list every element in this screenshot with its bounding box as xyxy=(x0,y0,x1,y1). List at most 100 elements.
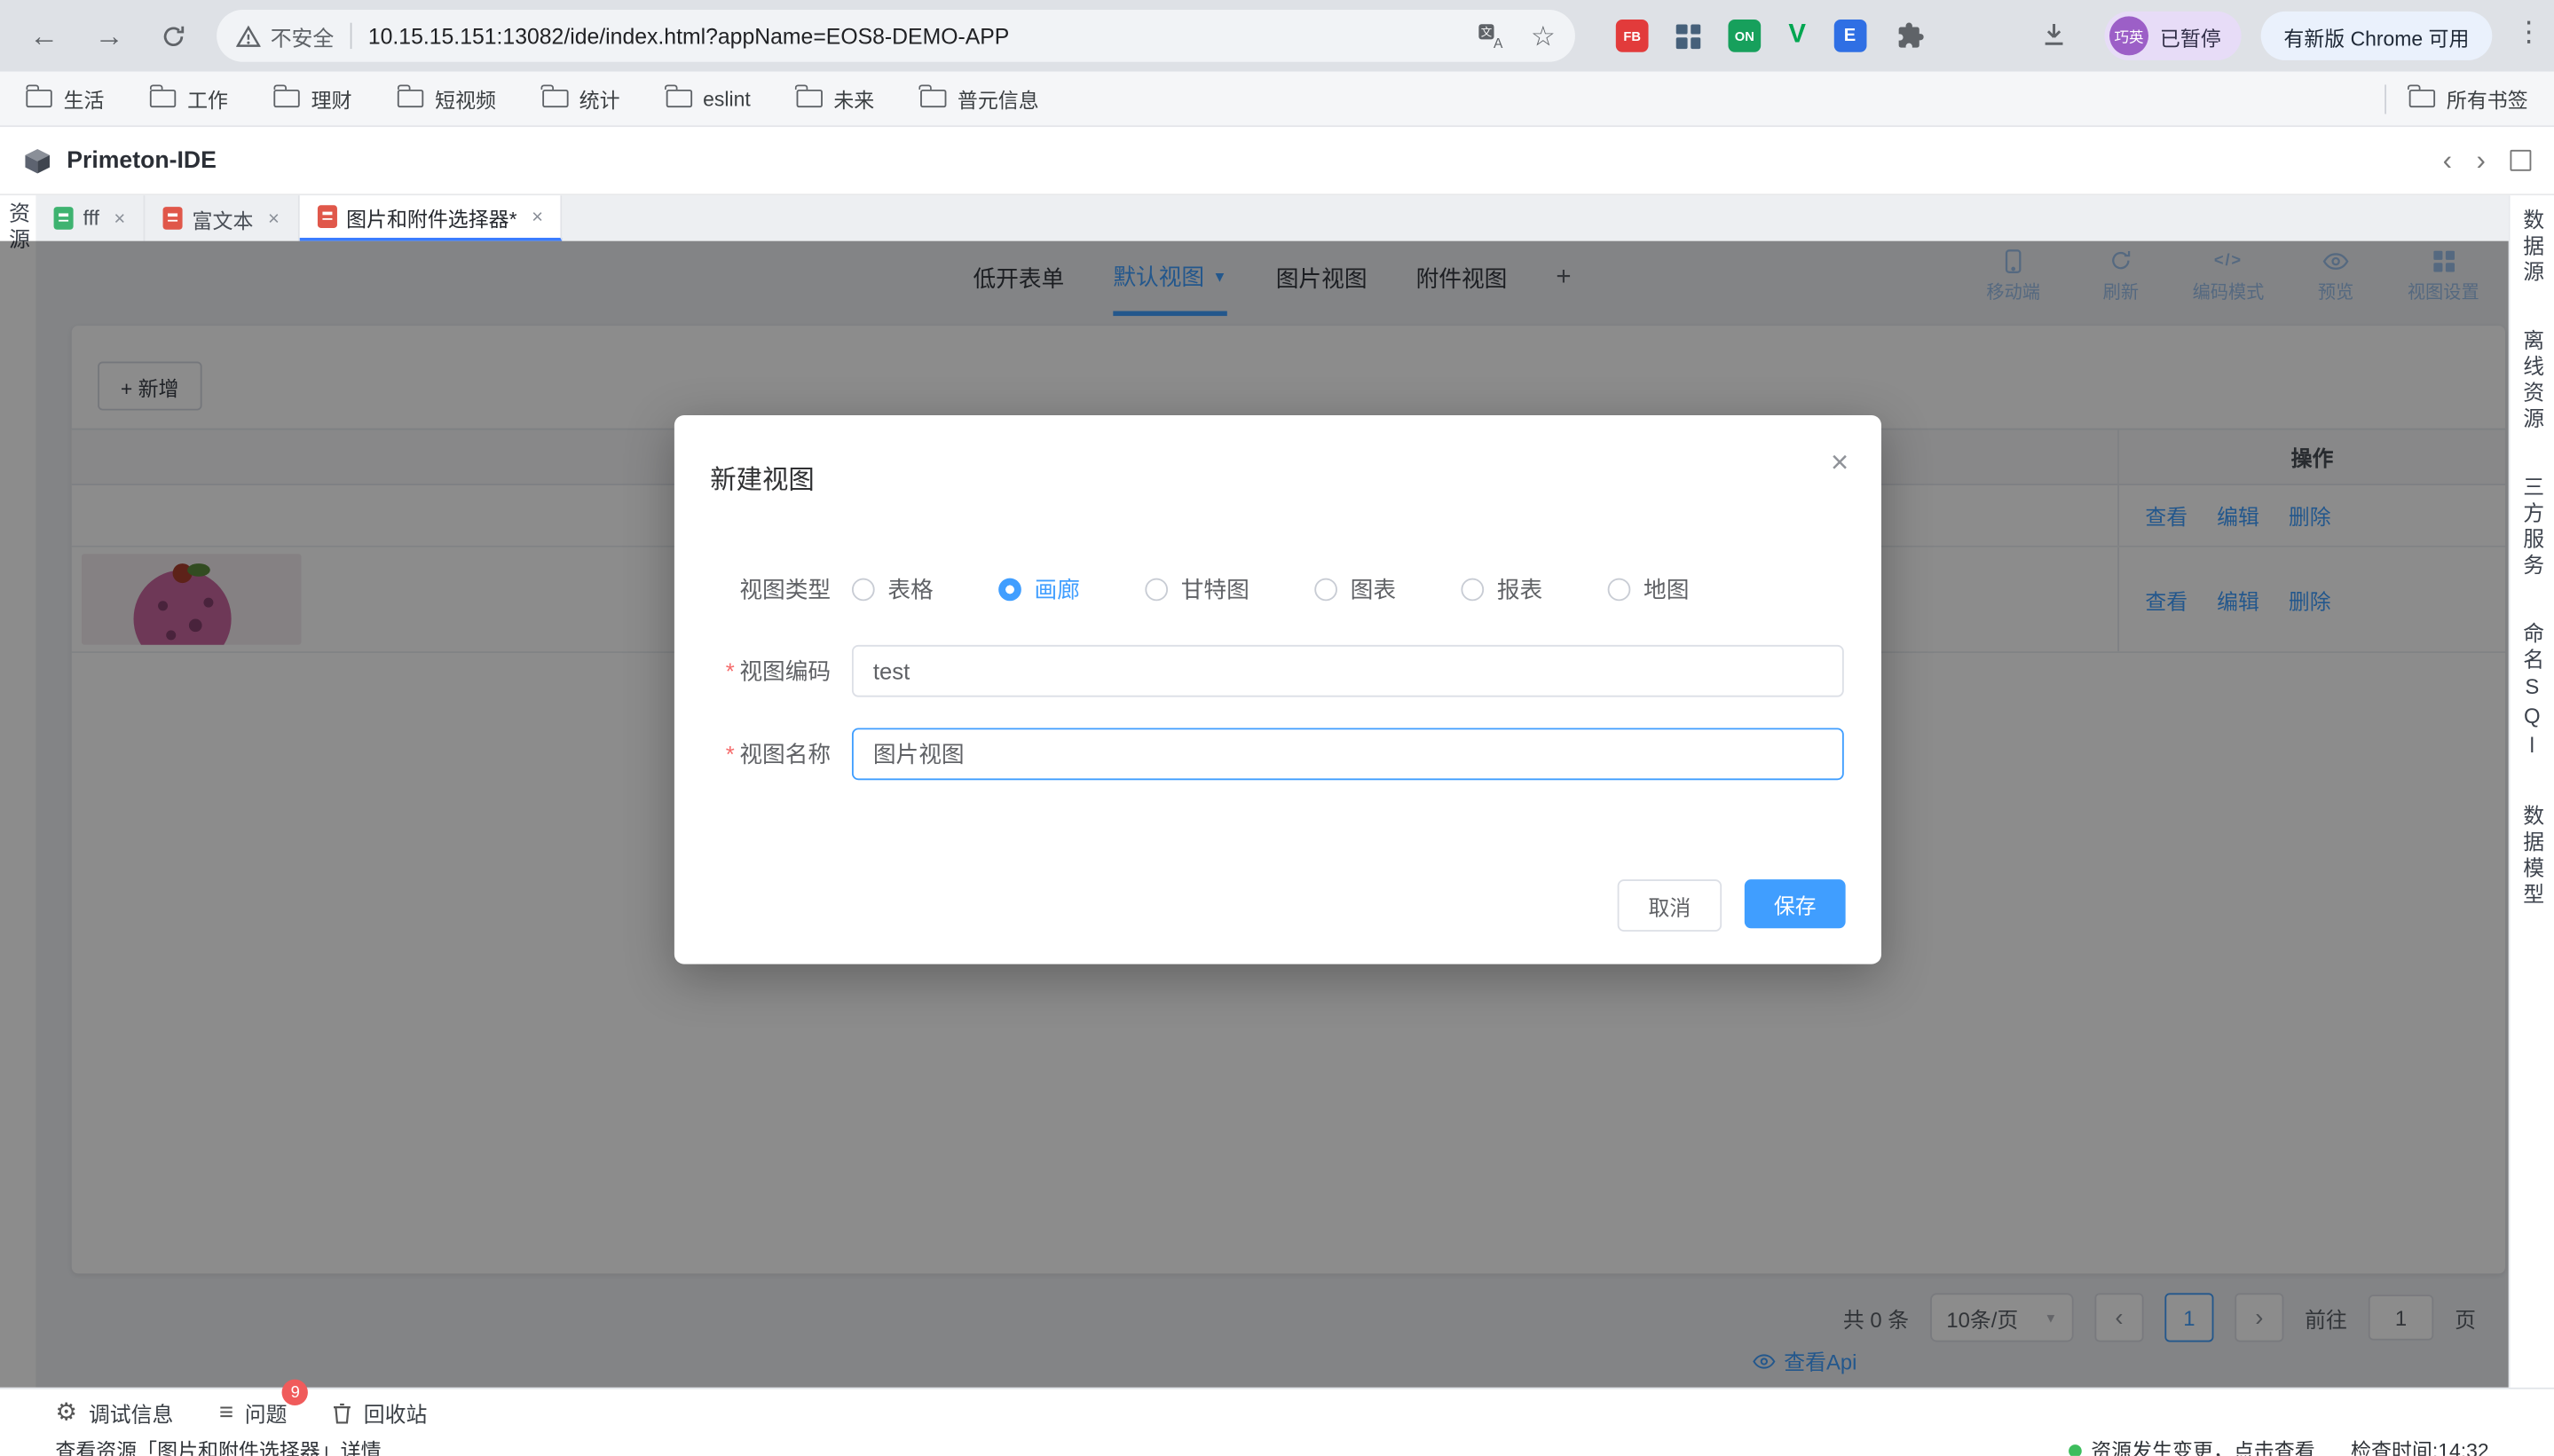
required-icon: * xyxy=(726,741,735,767)
editor-tabbar: fff × 富文本 × 图片和附件选择器* × xyxy=(35,195,2508,240)
radio-option-table[interactable]: 表格 xyxy=(852,573,934,606)
bookmark-folder[interactable]: 生活 xyxy=(26,83,104,114)
restore-window-icon[interactable] xyxy=(2511,150,2532,171)
radio-icon xyxy=(1461,578,1484,602)
resource-change-notice[interactable]: 资源发生变更，点击查看 xyxy=(2069,1436,2315,1456)
svg-text:A: A xyxy=(1494,35,1503,50)
new-view-dialog: 新建视图 × 视图类型 表格 画廊 甘特图 图表 报表 地图 *视图编码 *视图… xyxy=(674,415,1881,964)
browser-toolbar: ← → 不安全 10.15.15.151:13082/ide/index.htm… xyxy=(0,0,2554,72)
right-rail-datasource[interactable]: 数据源 xyxy=(2517,209,2548,287)
folder-icon xyxy=(796,90,822,107)
bookmark-folder[interactable]: 短视频 xyxy=(398,83,496,114)
tab-close-icon[interactable]: × xyxy=(268,207,280,230)
tab-close-icon[interactable]: × xyxy=(114,207,125,230)
download-icon[interactable] xyxy=(2039,20,2069,57)
translate-icon[interactable]: 文A xyxy=(1477,22,1504,50)
extension-v-icon[interactable]: V xyxy=(1788,21,1806,51)
forward-icon[interactable]: → xyxy=(88,15,130,58)
save-button[interactable]: 保存 xyxy=(1745,879,1846,928)
editor-tab-image-picker[interactable]: 图片和附件选择器* × xyxy=(299,195,563,240)
bookmark-folder[interactable]: eslint xyxy=(666,87,751,110)
all-bookmarks-button[interactable]: 所有书签 xyxy=(2409,83,2528,114)
bookmark-folder[interactable]: 统计 xyxy=(541,83,619,114)
file-icon xyxy=(317,205,336,228)
folder-icon xyxy=(398,90,423,107)
radio-label: 报表 xyxy=(1497,573,1542,606)
bookmark-label: 未来 xyxy=(833,83,874,114)
bookmark-label: 统计 xyxy=(579,83,620,114)
resource-detail-text: 查看资源「图片和附件选择器」详情 xyxy=(55,1436,381,1456)
debug-info-button[interactable]: ⚙ 调试信息 xyxy=(55,1397,173,1428)
folder-icon xyxy=(920,90,946,107)
radio-option-report[interactable]: 报表 xyxy=(1461,573,1542,606)
list-icon: ≡ xyxy=(219,1401,233,1426)
tab-label: fff xyxy=(83,207,99,230)
bookmark-label: 工作 xyxy=(187,83,228,114)
extensions-puzzle-icon[interactable] xyxy=(1894,21,1923,51)
bookmark-star-icon[interactable]: ☆ xyxy=(1531,22,1556,50)
bookmark-label: 短视频 xyxy=(435,83,496,114)
reload-icon[interactable] xyxy=(152,15,194,58)
cancel-button[interactable]: 取消 xyxy=(1618,879,1722,932)
editor-tab-richtext[interactable]: 富文本 × xyxy=(145,195,299,240)
extension-grid-icon[interactable] xyxy=(1676,24,1701,49)
trash-icon xyxy=(333,1401,352,1424)
radio-option-gantt[interactable]: 甘特图 xyxy=(1145,573,1249,606)
app-header: Primeton-IDE ‹ › xyxy=(0,127,2554,195)
right-rail-datamodel[interactable]: 数据模型 xyxy=(2517,805,2548,909)
folder-icon xyxy=(2409,90,2435,107)
ssl-warning-icon xyxy=(236,24,261,49)
folder-icon xyxy=(150,90,176,107)
notice-label: 资源发生变更，点击查看 xyxy=(2091,1440,2314,1456)
history-back-icon[interactable]: ‹ xyxy=(2443,144,2452,177)
security-label: 不安全 xyxy=(271,20,335,51)
view-code-input[interactable] xyxy=(852,645,1844,697)
history-forward-icon[interactable]: › xyxy=(2477,144,2486,177)
bookmarks-divider xyxy=(2385,84,2386,114)
bookmark-folder[interactable]: 普元信息 xyxy=(920,83,1039,114)
radio-option-map[interactable]: 地图 xyxy=(1608,573,1690,606)
extensions-row: FB ON V E xyxy=(1616,13,1923,59)
extension-on-icon[interactable]: ON xyxy=(1728,20,1761,52)
right-rail-services[interactable]: 三方服务 xyxy=(2517,476,2548,579)
folder-icon xyxy=(26,90,51,107)
bookmark-folder[interactable]: 理财 xyxy=(273,83,351,114)
bookmark-folder[interactable]: 工作 xyxy=(150,83,228,114)
chrome-update-button[interactable]: 有新版 Chrome 可用 xyxy=(2261,12,2492,60)
folder-icon xyxy=(541,90,567,107)
radio-icon xyxy=(1314,578,1337,602)
radio-option-chart[interactable]: 图表 xyxy=(1314,573,1396,606)
radio-label: 图表 xyxy=(1351,573,1396,606)
svg-text:文: 文 xyxy=(1480,25,1492,38)
extension-e-icon[interactable]: E xyxy=(1833,20,1866,52)
profile-chip[interactable]: 巧英 已暂停 xyxy=(2104,12,2240,60)
gear-icon: ⚙ xyxy=(55,1401,77,1426)
tab-close-icon[interactable]: × xyxy=(532,205,543,228)
problems-button[interactable]: ≡ 问题 9 xyxy=(219,1397,288,1428)
bookmark-label: 普元信息 xyxy=(958,83,1039,114)
view-name-input[interactable] xyxy=(852,728,1844,780)
dialog-close-icon[interactable]: × xyxy=(1831,448,1848,479)
radio-option-gallery[interactable]: 画廊 xyxy=(998,573,1080,606)
right-rail-offline[interactable]: 离线资源 xyxy=(2517,329,2548,433)
status-bar: ⚙ 调试信息 ≡ 问题 9 回收站 xyxy=(0,1388,2554,1436)
view-type-radio-group: 表格 画廊 甘特图 图表 报表 地图 xyxy=(852,573,1689,606)
address-bar[interactable]: 不安全 10.15.15.151:13082/ide/index.html?ap… xyxy=(217,10,1575,62)
editor-tab-fff[interactable]: fff × xyxy=(35,195,145,240)
view-type-row: 视图类型 表格 画廊 甘特图 图表 报表 地图 xyxy=(674,573,1881,606)
radio-label: 画廊 xyxy=(1035,573,1080,606)
back-icon[interactable]: ← xyxy=(23,15,66,58)
avatar: 巧英 xyxy=(2109,16,2148,55)
bookmark-folder[interactable]: 未来 xyxy=(796,83,874,114)
radio-label: 地图 xyxy=(1644,573,1689,606)
recycle-bin-button[interactable]: 回收站 xyxy=(333,1397,427,1428)
browser-menu-icon[interactable]: ⋮ xyxy=(2515,16,2542,49)
folder-icon xyxy=(273,90,299,107)
extension-red-icon[interactable]: FB xyxy=(1616,20,1649,52)
tab-label: 富文本 xyxy=(193,203,254,234)
folder-icon xyxy=(666,90,691,107)
problems-label: 问题 xyxy=(245,1397,288,1428)
security-chip[interactable]: 不安全 xyxy=(236,20,334,51)
dialog-footer: 取消 保存 xyxy=(1618,879,1846,932)
right-rail-namedsql[interactable]: 命名SQl xyxy=(2517,622,2548,762)
